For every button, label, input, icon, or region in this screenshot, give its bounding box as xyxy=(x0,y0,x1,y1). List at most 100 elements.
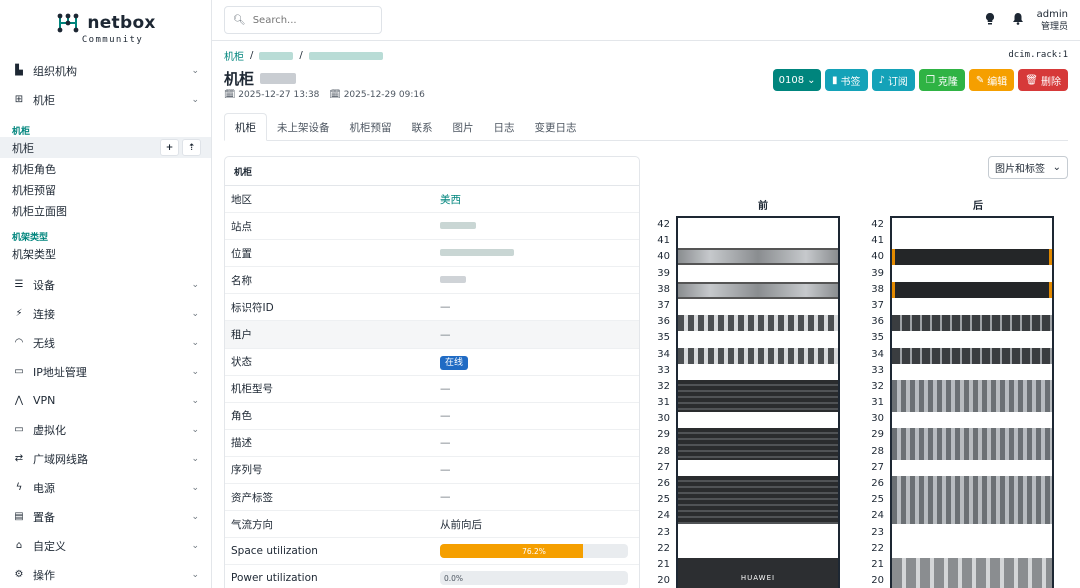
site-link-redacted[interactable] xyxy=(440,222,476,230)
search-input[interactable] xyxy=(252,14,373,26)
chevron-down-icon: ⌄ xyxy=(191,453,199,464)
rack-unit-number: 40 xyxy=(871,251,884,263)
table-row: 角色 — xyxy=(225,403,639,430)
nav-section-racks: 机柜 xyxy=(12,127,31,137)
nav-group-virtualization[interactable]: ▭ 虚拟化 ⌄ xyxy=(0,415,211,444)
rack-device[interactable] xyxy=(678,282,838,299)
sidebar-item-rack-roles[interactable]: 机柜角色 xyxy=(0,158,211,179)
lightbulb-icon[interactable] xyxy=(984,12,996,28)
rack-device[interactable] xyxy=(892,476,1052,524)
nav-group-devices[interactable]: ☰ 设备 ⌄ xyxy=(0,270,211,299)
tab-nonracked-devices[interactable]: 未上架设备 xyxy=(267,113,340,141)
import-rack-button[interactable]: ⇡ xyxy=(182,139,201,156)
rack-device[interactable] xyxy=(678,315,838,331)
rack-unit-number: 42 xyxy=(871,219,884,230)
delete-button[interactable]: 🗑︎ 删除 xyxy=(1018,69,1068,91)
sidebar-item-racks[interactable]: 机柜 + ⇡ xyxy=(0,137,211,158)
breadcrumb: 机柜 / / xyxy=(224,48,383,63)
search-box[interactable]: 🔍︎ xyxy=(224,6,382,34)
tab-contacts[interactable]: 联系 xyxy=(402,113,443,141)
nav-group-circuits[interactable]: ⇄ 广域网线路 ⌄ xyxy=(0,444,211,473)
rack-device[interactable] xyxy=(892,380,1052,412)
chevron-down-icon: ⌄ xyxy=(191,540,199,551)
table-row: Power utilization 0.0% xyxy=(225,565,639,588)
chevron-down-icon: ⌄ xyxy=(191,308,199,319)
nav-group-vpn[interactable]: ⋀ VPN ⌄ xyxy=(0,386,211,415)
add-rack-button[interactable]: + xyxy=(160,139,179,156)
tab-bar: 机柜 未上架设备 机柜预留 联系 图片 日志 变更日志 xyxy=(224,113,1068,141)
tab-images[interactable]: 图片 xyxy=(443,113,484,141)
table-row: 序列号 — xyxy=(225,457,639,485)
power-icon: ϟ xyxy=(15,482,23,493)
rack-device[interactable] xyxy=(678,248,838,265)
region-link[interactable]: 美西 xyxy=(440,192,639,207)
rack-view-select[interactable]: 图片和标签 ⌄ xyxy=(988,156,1068,179)
rack-unit-number: 29 xyxy=(871,429,884,441)
server-icon: ☰ xyxy=(14,279,24,290)
timestamps: 🗓︎ 2025-12-27 13:38 🗓︎ 2025-12-29 09:16 xyxy=(224,90,425,100)
tab-changelog[interactable]: 变更日志 xyxy=(525,113,587,141)
rack-device[interactable] xyxy=(892,315,1052,331)
edit-button[interactable]: ✎ 编辑 xyxy=(968,69,1015,91)
nav-group-customization[interactable]: ⌂ 自定义 ⌄ xyxy=(0,531,211,560)
nav-group-ipam[interactable]: ▭ IP地址管理 ⌄ xyxy=(0,357,211,386)
rack-unit-number: 35 xyxy=(657,332,670,344)
rack-device[interactable] xyxy=(892,558,1052,588)
breadcrumb-location[interactable] xyxy=(308,51,383,60)
wifi-icon: ◠ xyxy=(14,337,24,348)
rack-unit-number: 33 xyxy=(871,364,884,376)
rack-device[interactable] xyxy=(678,348,838,364)
huawei-device[interactable]: HUAWEI xyxy=(678,558,838,588)
nav-group-racks[interactable]: ⊞ 机柜 ⌄ xyxy=(0,85,211,114)
nav-group-connections[interactable]: ⚡︎ 连接 ⌄ xyxy=(0,299,211,328)
tab-rack[interactable]: 机柜 xyxy=(224,113,267,141)
user-menu[interactable]: admin 管理员 xyxy=(1037,9,1068,33)
rack-unit-number: 24 xyxy=(871,510,884,522)
table-row: 租户 — xyxy=(225,321,639,349)
rack-unit-number: 26 xyxy=(657,478,670,489)
nav-group-provisioning[interactable]: ▤ 置备 ⌄ xyxy=(0,502,211,531)
rack-unit-number: 37 xyxy=(657,299,670,311)
logo-subtitle: Community xyxy=(81,34,144,45)
rack-unit-number: 25 xyxy=(657,494,670,506)
tab-journal[interactable]: 日志 xyxy=(484,113,525,141)
breadcrumb-racks[interactable]: 机柜 xyxy=(224,48,244,63)
tab-reservations[interactable]: 机柜预留 xyxy=(340,113,402,141)
rack-device[interactable] xyxy=(892,348,1052,364)
logo[interactable]: netbox Community xyxy=(0,2,211,54)
rack-front-elevation: HUAWEI xyxy=(676,216,840,588)
rack-device[interactable] xyxy=(678,380,838,412)
bookmark-button[interactable]: ▮ 书签 xyxy=(825,69,868,91)
tenant-dropdown-button[interactable]: 0108 ⌄ xyxy=(773,69,822,91)
rack-unit-number: 22 xyxy=(657,542,670,554)
nav-group-organization[interactable]: ▙ 组织机构 ⌄ xyxy=(0,56,211,85)
sidebar-item-rack-elevations[interactable]: 机柜立面图 xyxy=(0,200,211,221)
bell-icon[interactable] xyxy=(1012,12,1024,28)
subscribe-button[interactable]: ♪ 订阅 xyxy=(871,69,915,91)
rack-unit-number: 21 xyxy=(657,558,670,570)
rack-name-redacted xyxy=(260,73,297,84)
rack-unit-number: 32 xyxy=(657,380,670,392)
breadcrumb-site[interactable] xyxy=(259,51,294,60)
rack-unit-number: 20 xyxy=(657,575,670,587)
rack-unit-number: 27 xyxy=(657,461,670,473)
rack-device[interactable] xyxy=(678,428,838,460)
rack-device[interactable] xyxy=(892,282,1052,298)
clone-button[interactable]: ❐ 克隆 xyxy=(918,69,965,91)
location-link-redacted[interactable] xyxy=(440,249,514,257)
table-row: Space utilization 76.2% xyxy=(225,538,639,566)
rack-unit-number: 42 xyxy=(657,219,670,230)
rack-device[interactable] xyxy=(678,476,838,524)
logo-name: netbox xyxy=(87,12,156,33)
rack-device[interactable] xyxy=(892,428,1052,460)
sidebar-item-rack-reservations[interactable]: 机柜预留 xyxy=(0,179,211,200)
nav-group-operations[interactable]: ⚙ 操作 ⌄ xyxy=(0,560,211,588)
pencil-icon: ✎ xyxy=(975,74,985,86)
clone-icon: ❐ xyxy=(925,74,935,86)
sidebar: netbox Community ▙ 组织机构 ⌄ ⊞ 机柜 ⌄ 机柜 机柜 +… xyxy=(0,0,212,588)
nav-group-wireless[interactable]: ◠ 无线 ⌄ xyxy=(0,328,211,357)
nav-group-power[interactable]: ϟ 电源 ⌄ xyxy=(0,473,211,502)
sidebar-item-rack-types[interactable]: 机架类型 xyxy=(0,243,211,264)
main-content: 机柜 / / dcim.rack:1 机柜 🗓︎ 2025-12-27 13:3… xyxy=(212,41,1080,588)
rack-device[interactable] xyxy=(892,249,1052,265)
